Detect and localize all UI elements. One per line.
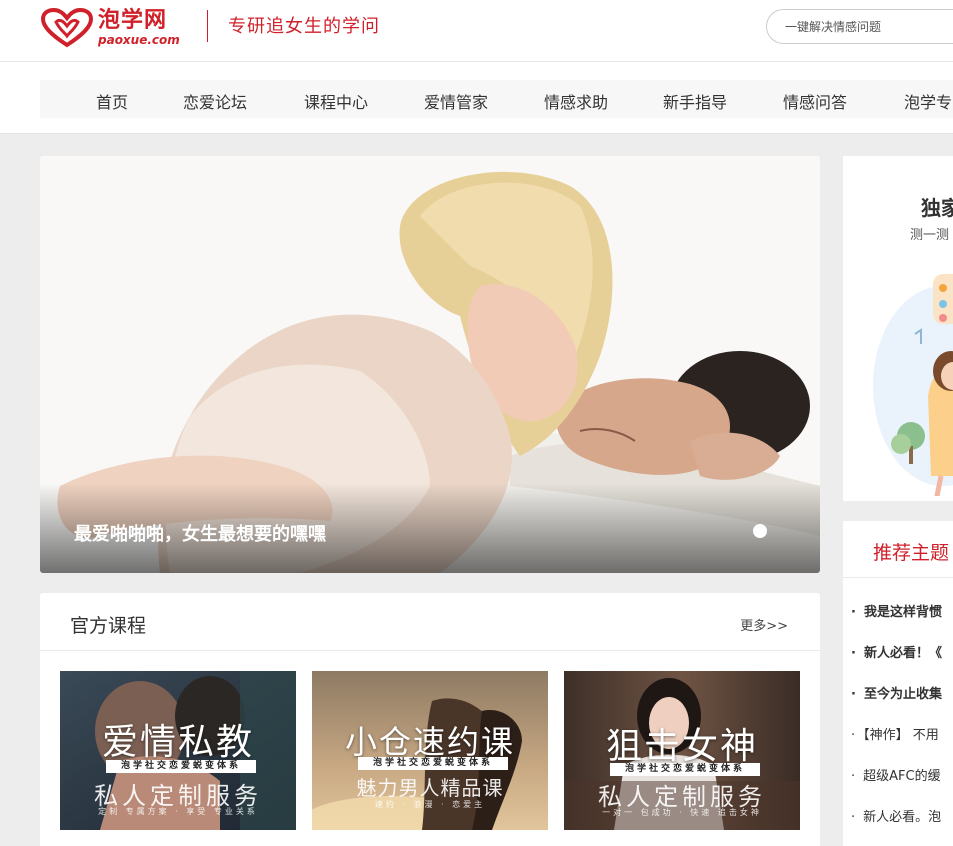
course-footnote: 一对一 包成功 · 快速 追击女神 <box>602 808 762 817</box>
logo-name: 泡学网 <box>98 8 168 33</box>
course-tag: 泡学社交恋爱蜕变体系 <box>610 763 760 776</box>
course-big-title: 狙击女神 <box>605 726 758 767</box>
exclusive-test-promo[interactable]: 独家 测一测 <box>843 156 953 501</box>
courses-header: 官方课程 更多>> <box>40 593 820 651</box>
topic-item-text: 新人必看！《 <box>863 646 942 661</box>
banner-caption[interactable]: 最爱啪啪啪，女生最想要的嘿嘿 <box>74 520 326 546</box>
logo-domain: paoxue.com <box>98 33 180 47</box>
topics-header: 推荐主题 <box>843 521 953 578</box>
course-card-love-tutor[interactable]: 爱情私教 泡学社交恋爱蜕变体系 私人定制服务 定制 专属方案 · 享受 专业关系 <box>60 671 296 831</box>
slogan: 专研追女生的学问 <box>228 16 380 37</box>
course-card-speed-date[interactable]: 小仓速约课 泡学社交恋爱蜕变体系 魅力男人精品课 速约 · 浪漫 · 恋爱主 <box>312 671 548 831</box>
course-tag: 泡学社交恋爱蜕变体系 <box>358 757 508 770</box>
course-card-goddess[interactable]: 狙击女神 泡学社交恋爱蜕变体系 私人定制服务 一对一 包成功 · 快速 追击女神 <box>564 671 800 831</box>
topics-title: 推荐主题 <box>873 542 950 564</box>
header-divider <box>207 10 208 42</box>
course-subtitle: 魅力男人精品课 <box>356 776 504 800</box>
main-nav: 首页 恋爱论坛 课程中心 爱情管家 情感求助 新手指导 情感问答 泡学专 <box>0 62 953 134</box>
topic-item[interactable]: · 超级AFC的缓 <box>851 765 941 784</box>
nav-item-love-manager[interactable]: 爱情管家 <box>424 89 488 113</box>
topic-item[interactable]: · 新人必看！《 <box>851 642 942 661</box>
recommended-topics: 推荐主题 · 我是这样背惯 · 新人必看！《 · 至今为止收集 · 【神作】 不用 · 超… <box>843 521 953 846</box>
topic-item[interactable]: · 至今为止收集 <box>851 683 942 702</box>
official-courses: 官方课程 更多>> 爱情私教 泡学社交恋爱蜕变体系 私人定制服务 定制 专属方案… <box>40 593 820 846</box>
search-box <box>766 9 953 44</box>
nav-item-newbie-guide[interactable]: 新手指导 <box>663 89 727 113</box>
course-footnote: 速约 · 浪漫 · 恋爱主 <box>374 800 486 809</box>
logo[interactable]: 泡学网 paoxue.com <box>40 8 190 48</box>
promo-subtitle: 测一测 <box>910 228 950 243</box>
promo-title: 独家 <box>921 196 953 220</box>
topic-item[interactable]: · 新人必看。泡 <box>851 806 941 825</box>
carousel-dot[interactable] <box>753 524 767 538</box>
courses-more-link[interactable]: 更多>> <box>740 615 788 634</box>
topic-item-text: 【神作】 不用 <box>863 728 939 743</box>
topic-item[interactable]: · 【神作】 不用 <box>851 724 939 743</box>
nav-item-help[interactable]: 情感求助 <box>544 89 608 113</box>
promo-illustration <box>873 274 953 496</box>
nav-item-qa[interactable]: 情感问答 <box>783 89 847 113</box>
topic-item-text: 我是这样背惯 <box>863 605 942 620</box>
topic-item-text: 新人必看。泡 <box>863 810 942 825</box>
course-big-title: 爱情私教 <box>101 722 254 763</box>
topic-item[interactable]: · 我是这样背惯 <box>851 601 942 620</box>
nav-item-home[interactable]: 首页 <box>96 89 128 113</box>
logo-heart-icon <box>40 8 94 48</box>
courses-title: 官方课程 <box>70 615 147 637</box>
site-header: 泡学网 paoxue.com 专研追女生的学问 <box>0 0 953 62</box>
course-footnote: 定制 专属方案 · 享受 专业关系 <box>98 807 258 816</box>
nav-bar: 首页 恋爱论坛 课程中心 爱情管家 情感求助 新手指导 情感问答 泡学专 <box>40 80 953 118</box>
hero-banner[interactable]: 最爱啪啪啪，女生最想要的嘿嘿 <box>40 156 820 573</box>
nav-item-special[interactable]: 泡学专 <box>904 89 952 113</box>
topic-item-text: 至今为止收集 <box>863 687 942 702</box>
course-tag: 泡学社交恋爱蜕变体系 <box>106 760 256 773</box>
nav-item-courses[interactable]: 课程中心 <box>304 89 368 113</box>
topic-item-text: 超级AFC的缓 <box>863 769 941 784</box>
nav-item-forum[interactable]: 恋爱论坛 <box>183 89 247 113</box>
search-input[interactable] <box>785 10 953 43</box>
